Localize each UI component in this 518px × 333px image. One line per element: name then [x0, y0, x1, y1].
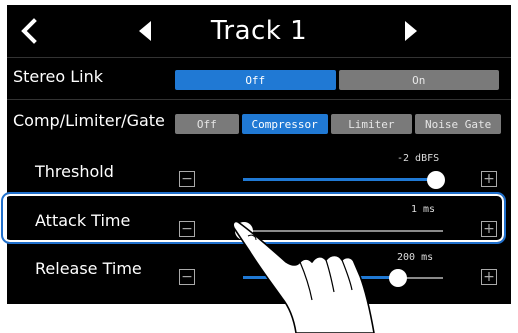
- comp-limiter-gate-label: Comp/Limiter/Gate: [13, 111, 165, 130]
- comp-off-button[interactable]: Off: [175, 114, 239, 134]
- attack-time-slider-knob[interactable]: [235, 222, 253, 240]
- attack-time-slider-track[interactable]: [243, 230, 443, 232]
- release-time-slider-fill: [243, 276, 393, 279]
- attack-time-plus-button[interactable]: +: [481, 221, 497, 237]
- threshold-minus-button[interactable]: −: [179, 171, 195, 187]
- stereo-link-selector: Off On: [175, 70, 499, 90]
- back-button[interactable]: [9, 5, 49, 57]
- page-title: Track 1: [210, 16, 308, 46]
- device-screen: Track 1 Stereo Link Off On Comp/Limiter/…: [7, 5, 511, 304]
- threshold-slider-fill: [243, 178, 433, 181]
- attack-time-value: 1 ms: [411, 204, 436, 215]
- comp-compressor-button[interactable]: Compressor: [241, 114, 328, 134]
- attack-time-minus-button[interactable]: −: [179, 221, 195, 237]
- stereo-link-label: Stereo Link: [13, 67, 103, 86]
- threshold-value: -2 dBFS: [397, 153, 440, 164]
- triangle-right-icon: [405, 21, 417, 41]
- chevron-left-icon: [21, 18, 37, 44]
- threshold-row: Threshold − -2 dBFS +: [7, 144, 511, 194]
- header-bar: Track 1: [7, 5, 511, 57]
- threshold-plus-button[interactable]: +: [481, 171, 497, 187]
- next-track-button[interactable]: [393, 5, 429, 57]
- threshold-slider-knob[interactable]: [427, 171, 445, 189]
- comp-limiter-gate-selector: Off Compressor Limiter Noise Gate: [175, 114, 501, 134]
- comp-noise-gate-button[interactable]: Noise Gate: [415, 114, 501, 134]
- comp-limiter-button[interactable]: Limiter: [330, 114, 413, 134]
- release-time-minus-button[interactable]: −: [179, 269, 195, 285]
- release-time-value: 200 ms: [397, 252, 434, 263]
- threshold-label: Threshold: [35, 162, 114, 181]
- stereo-link-row: Stereo Link Off On: [7, 57, 511, 100]
- release-time-row: Release Time − 200 ms +: [7, 246, 511, 304]
- release-time-label: Release Time: [35, 259, 142, 278]
- stereo-link-on-button[interactable]: On: [338, 70, 499, 90]
- release-time-plus-button[interactable]: +: [481, 269, 497, 285]
- comp-limiter-gate-row: Comp/Limiter/Gate Off Compressor Limiter…: [7, 99, 511, 145]
- stereo-link-off-button[interactable]: Off: [175, 70, 336, 90]
- release-time-slider-knob[interactable]: [389, 269, 407, 287]
- attack-time-row[interactable]: Attack Time − 1 ms +: [7, 194, 511, 246]
- attack-time-label: Attack Time: [35, 211, 131, 230]
